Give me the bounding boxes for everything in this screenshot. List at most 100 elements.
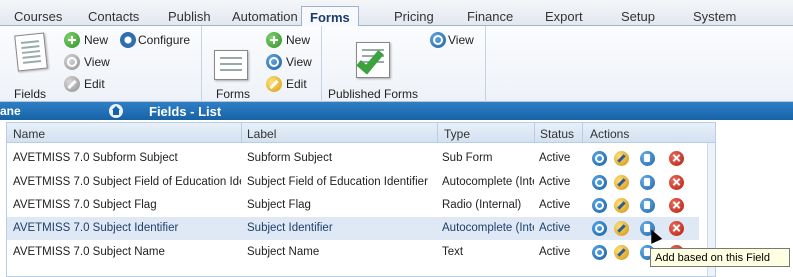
forms-view-label: View: [286, 55, 312, 69]
cell-label: Subject Name: [247, 246, 320, 258]
cell-type: Radio (Internal): [442, 199, 522, 211]
delete-icon[interactable]: [669, 151, 684, 166]
fields-new-button[interactable]: New: [64, 32, 124, 48]
published-forms-icon: [356, 42, 390, 78]
published-forms-button[interactable]: Published Forms: [326, 30, 426, 101]
table-row[interactable]: AVETMISS 7.0 Subject Flag Subject Flag R…: [7, 194, 699, 217]
cell-status: Active: [539, 152, 571, 164]
tab-finance[interactable]: Finance: [467, 9, 513, 24]
cell-status: Active: [539, 176, 571, 188]
table-row[interactable]: AVETMISS 7.0 Subject Field of Education …: [7, 171, 699, 194]
view-icon[interactable]: [592, 245, 607, 260]
published-forms-label: Published Forms: [328, 87, 419, 101]
edit-icon[interactable]: [614, 198, 629, 213]
delete-icon[interactable]: [669, 198, 684, 213]
forms-label: Forms: [216, 87, 250, 101]
panel-title-bar: ane Fields - List: [0, 102, 793, 120]
forms-edit-label: Edit: [286, 77, 307, 91]
cell-label: Subject Identifier: [247, 222, 333, 234]
cell-label: Subject Flag: [247, 199, 311, 211]
cell-name: AVETMISS 7.0 Subject Name: [13, 246, 165, 258]
magnifier-icon: [64, 54, 80, 70]
tab-pricing[interactable]: Pricing: [394, 9, 434, 24]
magnifier-icon: [266, 54, 282, 70]
view-icon[interactable]: [592, 221, 607, 236]
published-forms-view-label: View: [448, 33, 474, 47]
tooltip: Add based on this Field: [650, 248, 790, 267]
fields-edit-button[interactable]: Edit: [64, 76, 124, 92]
cell-status: Active: [539, 199, 571, 211]
tab-system[interactable]: System: [693, 9, 736, 24]
tab-contacts[interactable]: Contacts: [88, 9, 139, 24]
edit-icon[interactable]: [614, 245, 629, 260]
cell-label: Subform Subject: [247, 152, 333, 164]
cell-status: Active: [539, 246, 571, 258]
cell-status: Active: [539, 222, 571, 234]
ribbon-group-forms: Forms New View Edit: [202, 26, 322, 102]
add-circle-icon: [266, 32, 282, 48]
table-row-highlighted[interactable]: AVETMISS 7.0 Subject Identifier Subject …: [7, 217, 699, 240]
gear-icon: [120, 32, 136, 48]
fields-view-button[interactable]: View: [64, 54, 124, 70]
cell-name: AVETMISS 7.0 Subject Identifier: [13, 222, 179, 234]
delete-icon[interactable]: [669, 175, 684, 190]
fields-configure-label: Configure: [138, 33, 191, 47]
cell-type: Text: [442, 246, 464, 258]
copy-icon[interactable]: [640, 175, 655, 190]
cell-name: AVETMISS 7.0 Subject Flag: [13, 199, 157, 211]
main-tab-bar: Courses Contacts Publish Automation Form…: [0, 0, 793, 27]
cell-name: AVETMISS 7.0 Subform Subject: [13, 152, 178, 164]
edit-icon[interactable]: [614, 151, 629, 166]
edit-icon[interactable]: [614, 175, 629, 190]
fields-button[interactable]: Fields: [6, 30, 52, 101]
column-header-type[interactable]: Type: [444, 127, 470, 141]
tab-setup[interactable]: Setup: [621, 9, 655, 24]
navigation-pane-label: ane: [0, 104, 21, 118]
home-icon[interactable]: [109, 104, 123, 118]
table-row[interactable]: AVETMISS 7.0 Subject Name Subject Name T…: [7, 241, 699, 264]
forms-new-button[interactable]: New: [266, 32, 321, 48]
forms-button[interactable]: Forms: [210, 30, 256, 101]
fields-new-label: New: [84, 33, 109, 47]
column-header-label[interactable]: Label: [247, 127, 276, 141]
fields-icon: [14, 32, 48, 72]
view-icon[interactable]: [592, 151, 607, 166]
fields-view-label: View: [84, 55, 110, 69]
tab-courses[interactable]: Courses: [14, 9, 62, 24]
column-header-actions: Actions: [590, 127, 630, 141]
page-title: Fields - List: [149, 104, 222, 119]
ribbon-toolbar: Fields New Configure View Edit Forms New…: [0, 26, 793, 102]
delete-icon[interactable]: [669, 221, 684, 236]
tab-export[interactable]: Export: [545, 9, 583, 24]
view-icon[interactable]: [592, 198, 607, 213]
tab-publish[interactable]: Publish: [168, 9, 211, 24]
tab-automation[interactable]: Automation: [232, 9, 298, 24]
grid-header: Name Label Type Status Actions: [7, 123, 715, 143]
forms-view-button[interactable]: View: [266, 54, 321, 70]
edit-icon[interactable]: [614, 221, 629, 236]
cell-type: Sub Form: [442, 152, 493, 164]
forms-edit-button[interactable]: Edit: [266, 76, 321, 92]
copy-icon[interactable]: [640, 151, 655, 166]
fields-configure-button[interactable]: Configure: [120, 32, 200, 48]
magnifier-icon: [430, 32, 446, 48]
column-header-status[interactable]: Status: [540, 127, 574, 141]
ribbon-group-published-forms: Published Forms View: [322, 26, 486, 102]
cell-name: AVETMISS 7.0 Subject Field of Education …: [13, 176, 241, 188]
pencil-icon: [266, 76, 282, 92]
cell-label: Subject Field of Education Identifier: [247, 176, 428, 188]
cell-type: Autocomplete (Inte: [442, 222, 534, 234]
published-forms-view-button[interactable]: View: [430, 32, 480, 48]
cell-type: Autocomplete (Inte: [442, 176, 534, 188]
pencil-icon: [64, 76, 80, 92]
view-icon[interactable]: [592, 175, 607, 190]
add-circle-icon: [64, 32, 80, 48]
tab-forms[interactable]: Forms: [301, 6, 359, 27]
copy-icon[interactable]: [640, 198, 655, 213]
ribbon-group-fields: Fields New Configure View Edit: [0, 26, 202, 102]
table-row[interactable]: AVETMISS 7.0 Subform Subject Subform Sub…: [7, 147, 699, 170]
fields-grid: Name Label Type Status Actions AVETMISS …: [6, 122, 716, 277]
forms-new-label: New: [286, 33, 311, 47]
fields-label: Fields: [14, 87, 47, 101]
column-header-name[interactable]: Name: [13, 127, 45, 141]
